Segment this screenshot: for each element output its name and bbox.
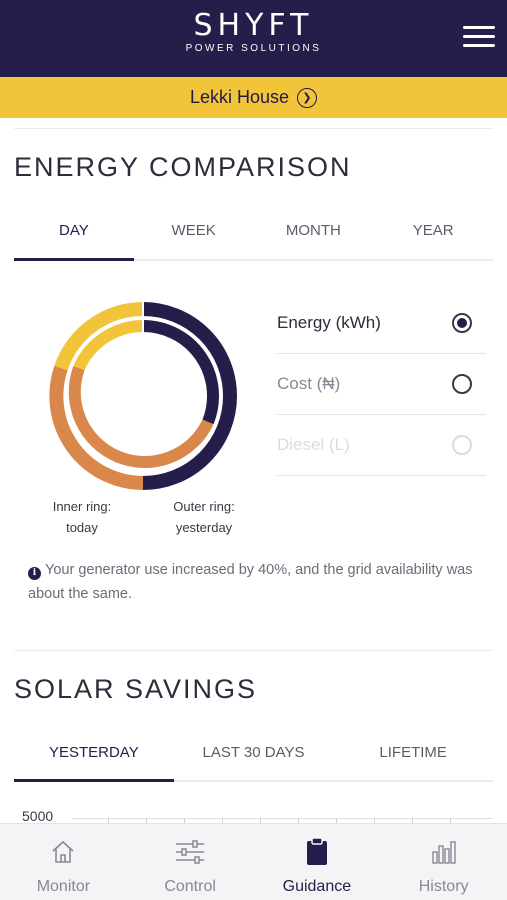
- solar-savings-title: SOLAR SAVINGS: [14, 674, 258, 704]
- nav-control[interactable]: Control: [127, 824, 254, 900]
- chevron-right-circle-icon: ❯: [297, 87, 318, 108]
- info-icon: i: [28, 566, 41, 580]
- brand-logo: SHYFT POWER SOLUTIONS: [0, 10, 507, 55]
- chart-gridline: [72, 818, 493, 819]
- nav-history-label: History: [418, 878, 469, 895]
- outer-ring-caption: Outer ring: yesterday: [173, 499, 235, 535]
- energy-donut-chart: [49, 301, 237, 490]
- app-header: SHYFT POWER SOLUTIONS: [0, 0, 507, 77]
- nav-control-label: Control: [164, 878, 216, 895]
- tab-lifetime[interactable]: LIFETIME: [333, 744, 493, 780]
- radio-unselected-icon[interactable]: [452, 374, 472, 394]
- inner-ring-caption: Inner ring: today: [52, 499, 112, 535]
- hamburger-menu-icon[interactable]: [463, 26, 495, 48]
- option-cost-label: Cost (₦): [277, 374, 341, 393]
- divider: [14, 128, 493, 129]
- nav-guidance[interactable]: Guidance: [254, 824, 381, 900]
- location-name: Lekki House: [189, 87, 290, 107]
- tab-month[interactable]: MONTH: [254, 222, 374, 259]
- tab-year[interactable]: YEAR: [373, 222, 493, 259]
- radio-disabled-icon: [452, 435, 472, 455]
- bar-chart-icon: [430, 837, 458, 867]
- logo-sub-text: POWER SOLUTIONS: [185, 43, 322, 54]
- energy-period-tabs: DAY WEEK MONTH YEAR: [14, 222, 493, 261]
- option-energy-label: Energy (kWh): [277, 313, 381, 332]
- tab-week[interactable]: WEEK: [134, 222, 254, 259]
- nav-guidance-label: Guidance: [282, 878, 352, 895]
- inner-ring-orange-segment: [68, 365, 214, 468]
- nav-monitor[interactable]: Monitor: [0, 824, 127, 900]
- radio-selected-icon[interactable]: [452, 313, 472, 333]
- solar-period-tabs: YESTERDAY LAST 30 DAYS LIFETIME: [14, 744, 493, 782]
- logo-main-text: SHYFT: [193, 8, 314, 43]
- option-diesel: Diesel (L): [277, 415, 486, 476]
- tab-yesterday[interactable]: YESTERDAY: [14, 744, 174, 782]
- tab-day[interactable]: DAY: [14, 222, 134, 261]
- location-selector[interactable]: Lekki House ❯: [0, 77, 507, 118]
- y-axis-max-label: 5000: [22, 808, 54, 824]
- option-cost[interactable]: Cost (₦): [277, 354, 486, 415]
- sliders-icon: [174, 837, 206, 867]
- bottom-navigation: Monitor Control Guidance History: [0, 823, 507, 900]
- option-diesel-label: Diesel (L): [277, 435, 350, 454]
- energy-insight-note: i Your generator use increased by 40%, an…: [28, 558, 488, 606]
- note-text: Your generator use increased by 40%, and…: [28, 562, 473, 602]
- divider: [14, 650, 493, 651]
- nav-history[interactable]: History: [380, 824, 507, 900]
- clipboard-icon: [305, 837, 329, 867]
- tab-last-30-days[interactable]: LAST 30 DAYS: [174, 744, 334, 780]
- energy-comparison-title: ENERGY COMPARISON: [14, 152, 352, 182]
- nav-monitor-label: Monitor: [36, 878, 91, 895]
- home-icon: [49, 837, 77, 867]
- option-energy[interactable]: Energy (kWh): [277, 293, 486, 354]
